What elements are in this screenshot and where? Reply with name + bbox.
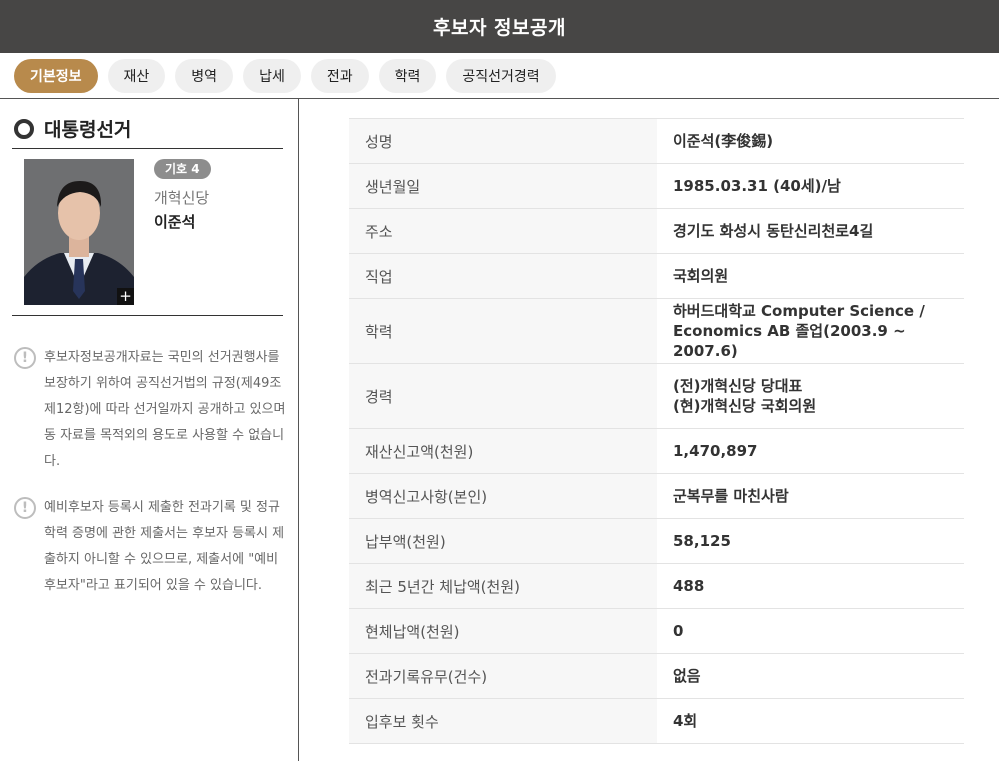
row-label: 성명 <box>349 119 657 163</box>
table-row: 납부액(천원) 58,125 <box>349 519 964 564</box>
row-value: (전)개혁신당 당대표 (현)개혁신당 국회의원 <box>657 364 964 428</box>
candidate-sidebar: 대통령선거 + 기호 4 개혁신당 이준석 ! 후보자정보공개자료는 국민의 선… <box>0 99 299 761</box>
table-row: 최근 5년간 체납액(천원) 488 <box>349 564 964 609</box>
plus-icon[interactable]: + <box>117 288 134 305</box>
career-line: (전)개혁신당 당대표 <box>673 377 803 395</box>
row-value: 1985.03.31 (40세)/남 <box>673 177 841 195</box>
tab-military[interactable]: 병역 <box>175 58 234 93</box>
tab-tax[interactable]: 납세 <box>243 58 301 93</box>
row-value: 0 <box>673 622 684 640</box>
row-label: 주소 <box>349 209 657 253</box>
circle-icon <box>14 118 34 139</box>
candidate-photo[interactable]: + <box>24 159 134 305</box>
row-value: 경기도 화성시 동탄신리천로4길 <box>673 222 874 240</box>
row-label: 경력 <box>349 364 657 428</box>
divider <box>12 315 283 316</box>
row-value: 488 <box>673 577 705 595</box>
education-line: 하버드대학교 Computer Science / <box>673 302 925 320</box>
page-header: 후보자 정보공개 <box>0 0 999 53</box>
row-label: 재산신고액(천원) <box>349 429 657 473</box>
election-title: 대통령선거 <box>44 119 132 141</box>
table-row: 주소 경기도 화성시 동탄신리천로4길 <box>349 209 964 254</box>
row-value: 국회의원 <box>673 267 729 285</box>
table-row: 직업 국회의원 <box>349 254 964 299</box>
row-label: 생년월일 <box>349 164 657 208</box>
portrait-illustration <box>24 159 134 305</box>
notice-item: ! 예비후보자 등록시 제출한 전과기록 및 정규학력 증명에 관한 제출서는 … <box>14 497 289 599</box>
candidate-name: 이준석 <box>154 213 196 231</box>
table-row: 현체납액(천원) 0 <box>349 609 964 654</box>
table-row: 생년월일 1985.03.31 (40세)/남 <box>349 164 964 209</box>
education-line: Economics AB 졸업(2003.9 ~ 2007.6) <box>673 322 906 360</box>
row-value: 58,125 <box>673 532 731 550</box>
row-label: 병역신고사항(본인) <box>349 474 657 518</box>
row-value: 하버드대학교 Computer Science / Economics AB 졸… <box>657 299 964 363</box>
table-row: 성명 이준석(李俊錫) <box>349 119 964 164</box>
candidate-number-badge: 기호 4 <box>154 159 211 179</box>
row-label: 전과기록유무(건수) <box>349 654 657 698</box>
notice-item: ! 후보자정보공개자료는 국민의 선거권행사를 보장하기 위하여 공직선거법의 … <box>14 347 289 475</box>
election-heading: 대통령선거 <box>14 115 131 142</box>
divider <box>12 148 283 149</box>
candidate-info-table: 성명 이준석(李俊錫) 생년월일 1985.03.31 (40세)/남 주소 경… <box>349 118 964 744</box>
tab-bar: 기본정보 재산 병역 납세 전과 학력 공직선거경력 <box>0 53 999 99</box>
notice-text: 후보자정보공개자료는 국민의 선거권행사를 보장하기 위하여 공직선거법의 규정… <box>44 350 286 469</box>
table-row: 전과기록유무(건수) 없음 <box>349 654 964 699</box>
row-value: 군복무를 마친사람 <box>673 487 789 505</box>
row-value: 4회 <box>673 712 698 730</box>
notice-text: 예비후보자 등록시 제출한 전과기록 및 정규학력 증명에 관한 제출서는 후보… <box>44 500 285 593</box>
row-label: 최근 5년간 체납액(천원) <box>349 564 657 608</box>
exclamation-circle-icon: ! <box>14 497 36 519</box>
page-title: 후보자 정보공개 <box>433 17 566 39</box>
table-row: 경력 (전)개혁신당 당대표 (현)개혁신당 국회의원 <box>349 364 964 429</box>
candidate-party: 개혁신당 <box>154 189 210 207</box>
row-label: 입후보 횟수 <box>349 699 657 743</box>
tab-basic-info[interactable]: 기본정보 <box>14 58 98 93</box>
row-value: 없음 <box>673 667 701 685</box>
row-label: 현체납액(천원) <box>349 609 657 653</box>
row-value: 1,470,897 <box>673 442 758 460</box>
row-label: 직업 <box>349 254 657 298</box>
table-row: 병역신고사항(본인) 군복무를 마친사람 <box>349 474 964 519</box>
table-row: 학력 하버드대학교 Computer Science / Economics A… <box>349 299 964 364</box>
exclamation-circle-icon: ! <box>14 347 36 369</box>
table-row: 재산신고액(천원) 1,470,897 <box>349 429 964 474</box>
tab-criminal-record[interactable]: 전과 <box>310 58 369 93</box>
row-label: 학력 <box>349 299 657 363</box>
table-row: 입후보 횟수 4회 <box>349 699 964 744</box>
tab-assets[interactable]: 재산 <box>107 58 166 93</box>
row-value: 이준석(李俊錫) <box>673 132 774 150</box>
row-label: 납부액(천원) <box>349 519 657 563</box>
tab-education[interactable]: 학력 <box>378 58 437 93</box>
career-line: (현)개혁신당 국회의원 <box>673 397 817 415</box>
tab-public-office-history[interactable]: 공직선거경력 <box>446 58 556 93</box>
